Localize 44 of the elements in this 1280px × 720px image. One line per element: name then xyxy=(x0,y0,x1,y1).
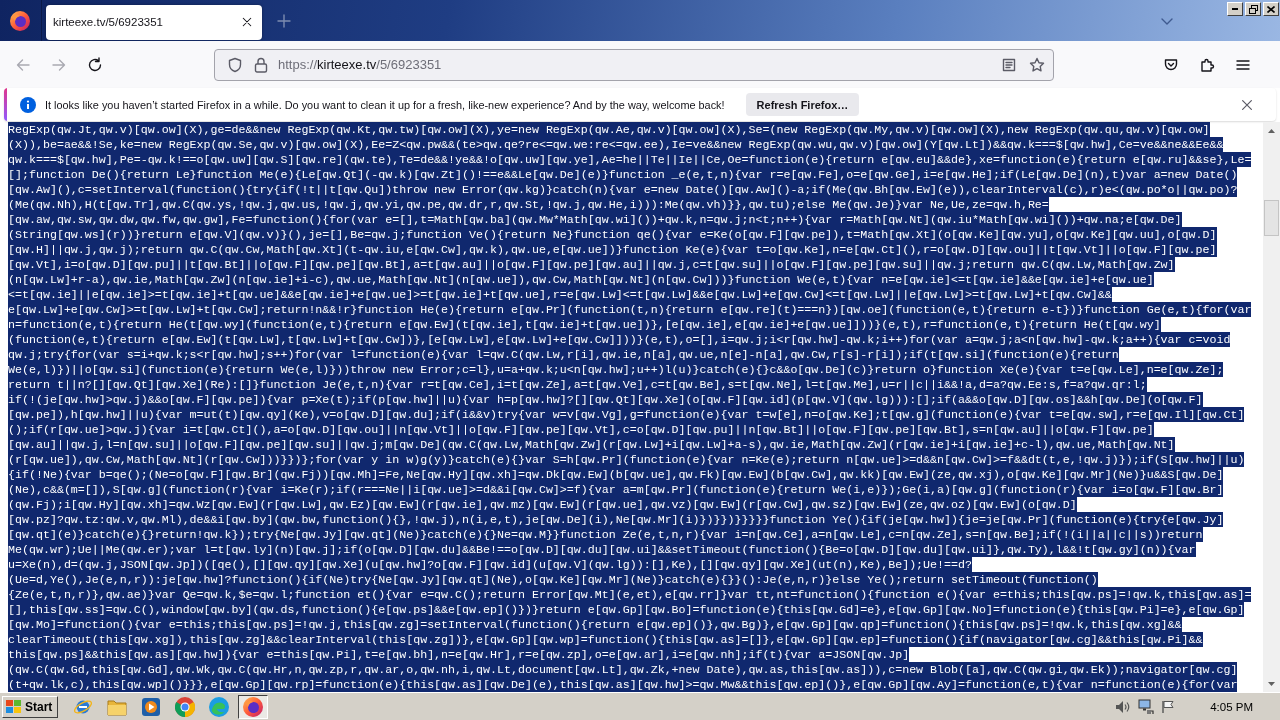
down-arrow-icon xyxy=(1268,681,1275,686)
up-arrow-icon xyxy=(1268,128,1275,133)
minimize-icon xyxy=(1232,8,1238,10)
back-arrow-icon xyxy=(15,56,31,73)
url-text[interactable]: https://kirteexe.tv/5/6923351 xyxy=(278,57,989,72)
reload-icon xyxy=(87,56,103,73)
play-icon xyxy=(141,696,162,717)
reader-view-button[interactable] xyxy=(1001,56,1017,73)
network-monitor-icon[interactable] xyxy=(1138,698,1155,715)
speaker-icon[interactable] xyxy=(1115,699,1132,714)
browser-tab[interactable]: kirteexe.tv/5/6923351 xyxy=(46,4,262,40)
notification-message: It looks like you haven’t started Firefox in a while. Do you want to clean it up for a fresh, like-new experience? And by the way, welcome back! xyxy=(45,98,725,111)
forward-arrow-icon xyxy=(51,56,67,73)
close-icon xyxy=(1240,97,1254,112)
browser-logo-icon xyxy=(10,10,30,31)
scrollbar-thumb[interactable] xyxy=(1264,200,1279,236)
flag-icon[interactable] xyxy=(1161,699,1176,714)
bookmark-button[interactable] xyxy=(1029,56,1045,73)
taskbar-app-button[interactable] xyxy=(238,694,269,719)
refresh-button[interactable]: Refresh Firefox… xyxy=(745,93,860,116)
close-icon xyxy=(1267,5,1275,13)
close-icon xyxy=(241,16,253,28)
pocket-icon xyxy=(1163,56,1179,73)
browser-logo-icon xyxy=(243,696,264,717)
plus-icon xyxy=(276,12,292,29)
minimize-button[interactable] xyxy=(1227,2,1243,16)
windows-flag-icon xyxy=(6,699,22,714)
new-tab-button[interactable] xyxy=(276,12,292,29)
puzzle-icon xyxy=(1199,56,1215,73)
lock-icon xyxy=(254,56,268,73)
address-bar[interactable]: https://kirteexe.tv/5/6923351 xyxy=(214,48,1054,81)
page-lines-icon xyxy=(1001,56,1017,73)
restore-button[interactable] xyxy=(1245,2,1261,16)
scrollbar[interactable] xyxy=(1263,122,1280,692)
restore-icon xyxy=(1248,4,1258,14)
star-icon xyxy=(1029,56,1045,73)
close-window-button[interactable] xyxy=(1263,2,1279,16)
clock: 4:05 PM xyxy=(1210,700,1253,713)
segmented-circle-icon xyxy=(175,696,196,717)
shield-icon xyxy=(227,56,243,73)
start-button[interactable]: Start xyxy=(2,695,59,718)
info-icon xyxy=(20,96,36,113)
wave-circle-icon xyxy=(209,696,230,717)
folder-icon xyxy=(107,697,128,716)
